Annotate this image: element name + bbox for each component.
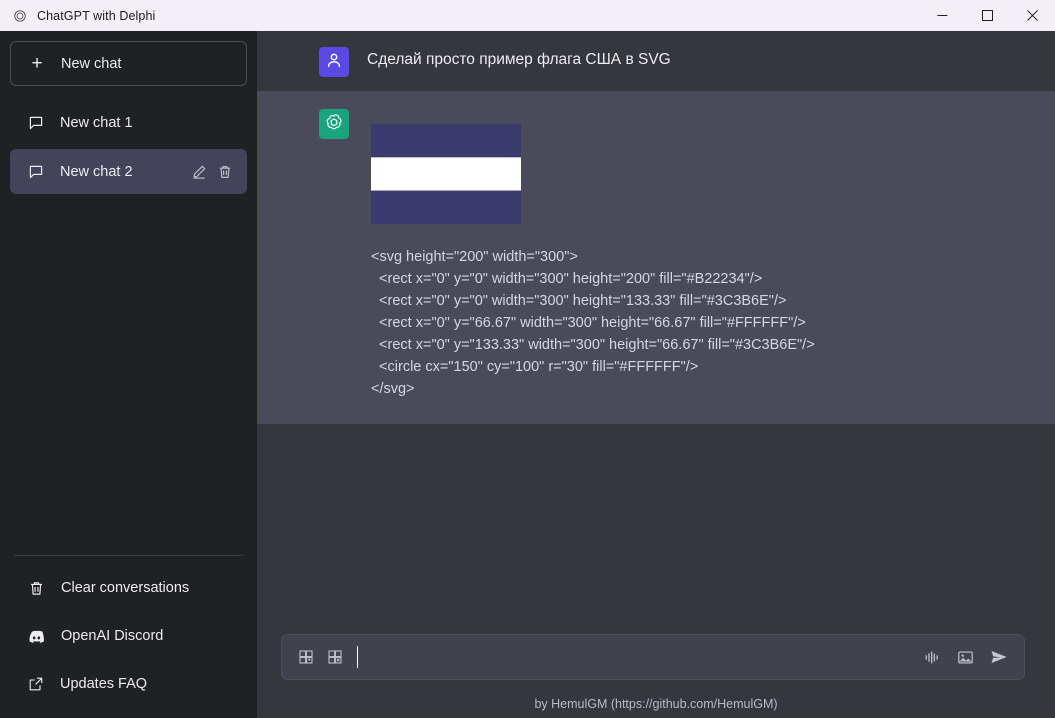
maximize-button[interactable] [965, 0, 1010, 31]
trash-icon[interactable] [217, 164, 233, 180]
chat-list: New chat 1 New chat 2 [10, 100, 247, 194]
new-chat-button[interactable]: + New chat [10, 41, 247, 86]
discord-icon [28, 630, 45, 643]
sidebar-item-openai-discord[interactable]: OpenAI Discord [10, 612, 247, 660]
message-content: <svg height="200" width="300"> <rect x="… [367, 109, 1025, 400]
text-caret [357, 646, 358, 668]
person-icon [325, 51, 343, 74]
copy-panel-icon[interactable] [298, 649, 314, 665]
close-button[interactable] [1010, 0, 1055, 31]
user-message-text: Сделай просто пример флага США в SVG [367, 51, 671, 68]
sidebar-item-label: OpenAI Discord [61, 628, 164, 644]
chat-list-item-label: New chat 2 [60, 163, 133, 180]
composer-area [257, 634, 1055, 680]
title-bar-left: ChatGPT with Delphi [0, 8, 920, 24]
avatar [319, 109, 349, 139]
message-assistant: <svg height="200" width="300"> <rect x="… [257, 91, 1055, 425]
send-icon[interactable] [990, 649, 1008, 665]
audio-waveform-icon[interactable] [924, 650, 941, 665]
sidebar-item-clear-conversations[interactable]: Clear conversations [10, 564, 247, 612]
chat-list-item-actions [191, 164, 233, 180]
pencil-icon[interactable] [191, 164, 207, 180]
main-pane: Сделай просто пример флага США в SVG <sv… [257, 31, 1055, 718]
flag-preview [371, 124, 521, 224]
chat-bubble-icon [28, 115, 44, 131]
external-link-icon [28, 676, 44, 692]
sidebar-footer: Clear conversations OpenAI Discord Updat… [10, 564, 247, 708]
image-icon[interactable] [957, 650, 974, 665]
sidebar-item-label: Clear conversations [61, 580, 190, 596]
chat-list-item-label: New chat 1 [60, 114, 133, 131]
chat-bubble-icon [28, 164, 44, 180]
window-title: ChatGPT with Delphi [37, 8, 156, 23]
footer-credit: by HemulGM (https://github.com/HemulGM) [534, 697, 778, 711]
minimize-button[interactable] [920, 0, 965, 31]
chat-list-item-2[interactable]: New chat 2 [10, 149, 247, 194]
message-list: Сделай просто пример флага США в SVG <sv… [257, 31, 1055, 634]
composer-input-wrap[interactable] [353, 635, 914, 679]
trash-icon [28, 580, 45, 597]
window-controls [920, 0, 1055, 31]
window-body: + New chat New chat 1 New chat 2 Clear c… [0, 31, 1055, 718]
composer[interactable] [281, 634, 1025, 680]
sidebar-divider [14, 555, 243, 556]
sidebar: + New chat New chat 1 New chat 2 Clear c… [0, 31, 257, 718]
message-user: Сделай просто пример флага США в SVG [257, 31, 1055, 91]
avatar [319, 47, 349, 77]
plus-icon: + [31, 53, 43, 74]
openai-icon [12, 8, 28, 24]
new-chat-label: New chat [61, 55, 122, 72]
composer-left-actions [298, 649, 343, 665]
openai-logo-icon [324, 112, 344, 137]
title-bar: ChatGPT with Delphi [0, 0, 1055, 31]
message-input[interactable] [357, 649, 914, 665]
sidebar-item-updates-faq[interactable]: Updates FAQ [10, 660, 247, 708]
chat-list-item-1[interactable]: New chat 1 [10, 100, 247, 145]
composer-right-actions [924, 649, 1010, 665]
sidebar-item-label: Updates FAQ [60, 676, 148, 692]
paste-panel-icon[interactable] [327, 649, 343, 665]
app-window: ChatGPT with Delphi + New chat New chat … [0, 0, 1055, 718]
code-block: <svg height="200" width="300"> <rect x="… [371, 249, 815, 398]
message-content: Сделай просто пример флага США в SVG [367, 47, 1025, 77]
